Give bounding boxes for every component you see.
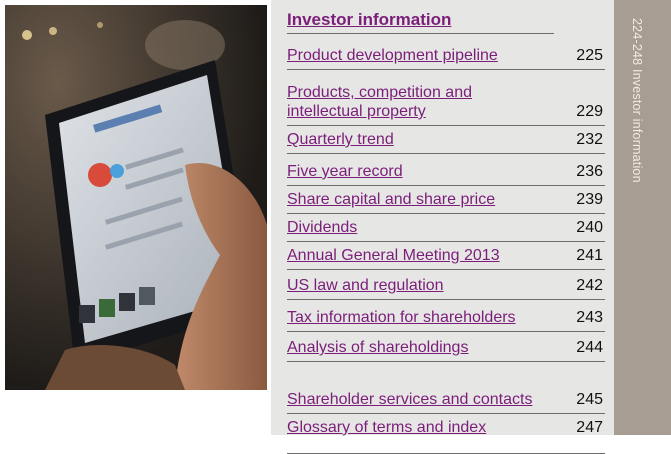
toc-entry-link[interactable]: Shareholder services and contacts <box>287 390 547 409</box>
toc-entry[interactable]: Shareholder services and contacts 245 <box>287 362 605 414</box>
toc-entry-page: 225 <box>576 47 603 64</box>
toc-entry-link[interactable]: Quarterly trend <box>287 130 547 149</box>
toc-entry[interactable]: Annual General Meeting 2013 241 <box>287 242 605 270</box>
toc-entry[interactable]: Dividends 240 <box>287 214 605 242</box>
toc-entry-link[interactable]: Dividends <box>287 218 547 237</box>
toc-entry-page: 240 <box>576 219 603 236</box>
toc-entry-link[interactable]: Annual General Meeting 2013 <box>287 246 547 265</box>
toc-entry-page: 243 <box>576 309 603 326</box>
section-tab-label: 224-248 Investor information <box>630 18 644 183</box>
toc-entry[interactable]: Share capital and share price 239 <box>287 186 605 214</box>
toc-entry-link[interactable]: Products, competition and intellectual p… <box>287 83 547 121</box>
table-of-contents: Investor information Product development… <box>271 0 616 454</box>
toc-entry-page: 239 <box>576 191 603 208</box>
toc-entry-link[interactable]: US law and regulation <box>287 276 547 295</box>
toc-entry[interactable]: Five year record 236 <box>287 154 605 186</box>
toc-entry-link[interactable]: Five year record <box>287 162 547 181</box>
toc-entry-page: 232 <box>576 131 603 148</box>
toc-entry-page: 242 <box>576 277 603 294</box>
toc-entry[interactable]: Products, competition and intellectual p… <box>287 74 605 126</box>
toc-entry-link[interactable]: Tax information for shareholders <box>287 308 547 327</box>
toc-entry-link[interactable]: Glossary of terms and index <box>287 418 547 437</box>
toc-entry-link[interactable]: Product development pipeline <box>287 46 547 65</box>
toc-entry[interactable]: Tax information for shareholders 243 <box>287 300 605 332</box>
toc-entry[interactable]: Quarterly trend 232 <box>287 126 605 154</box>
toc-entry-link[interactable]: Analysis of shareholdings <box>287 338 547 357</box>
toc-entry[interactable]: Product development pipeline 225 <box>287 40 605 70</box>
toc-entry[interactable]: Analysis of shareholdings 244 <box>287 332 605 362</box>
tablet-photo <box>5 5 267 390</box>
toc-entry-page: 247 <box>576 419 603 436</box>
toc-entry-link[interactable]: Share capital and share price <box>287 190 547 209</box>
toc-entry-page: 244 <box>576 339 603 356</box>
toc-entry[interactable]: US law and regulation 242 <box>287 270 605 300</box>
toc-entry[interactable]: Glossary of terms and index 247 <box>287 414 605 454</box>
tablet-illustration <box>5 5 267 390</box>
toc-entry-page: 229 <box>576 103 603 120</box>
toc-entry-page: 241 <box>576 247 603 264</box>
toc-entry-page: 245 <box>576 391 603 408</box>
toc-heading[interactable]: Investor information <box>287 4 554 34</box>
toc-entry-page: 236 <box>576 163 603 180</box>
